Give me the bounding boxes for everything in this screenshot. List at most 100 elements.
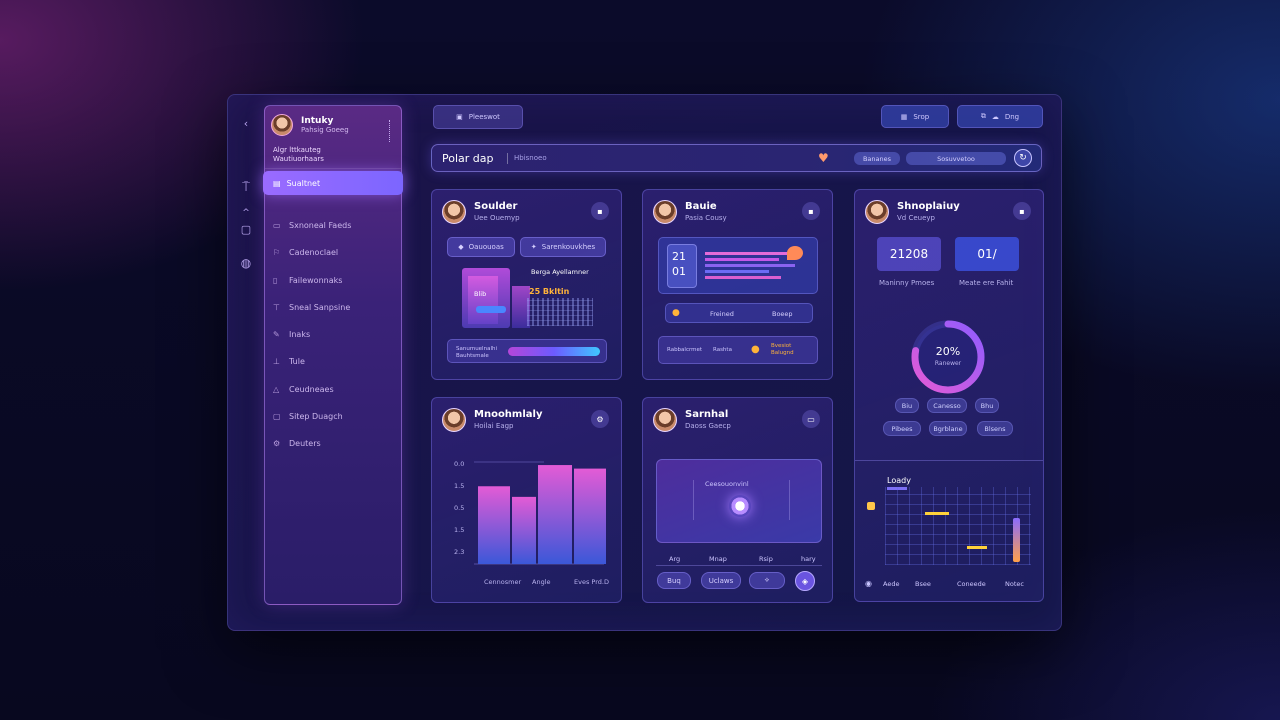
sidebar-item-0[interactable]: ▭ Sxnoneal Faeds — [273, 218, 351, 232]
bookmark-icon: △ — [273, 384, 280, 394]
play-icon[interactable]: ◈ — [795, 571, 815, 591]
tag-chip[interactable]: Pibees — [883, 421, 921, 436]
settings-icon[interactable]: ⚙ — [591, 410, 609, 428]
sidebar-item-4[interactable]: ✎ Inaks — [273, 327, 310, 341]
search-input[interactable]: Hbisnoeo — [514, 154, 547, 162]
toggle-option-1[interactable]: Freined — [710, 310, 734, 318]
bar-line — [705, 258, 779, 261]
tag-chip[interactable]: Canesso — [927, 398, 967, 413]
bar[interactable] — [574, 468, 606, 564]
record-icon[interactable] — [729, 495, 751, 517]
card-title: Mnoohmlaly — [474, 409, 543, 420]
leaf-icon — [787, 246, 803, 260]
mini-chart-block — [468, 276, 498, 324]
top-right-button-2[interactable]: ⧉ ☁ Dng — [957, 105, 1043, 128]
card-button-1[interactable]: ◆ Oauouoas — [447, 237, 515, 257]
bar[interactable] — [478, 486, 510, 564]
stat-box-1: 21208 — [877, 237, 941, 271]
card-subtitle: Pasia Cousy — [685, 214, 727, 222]
search-bar[interactable]: Polar dap Hbisnoeo ♥ Bananes Sosuvvetoo … — [431, 144, 1042, 172]
control-button-1[interactable]: Buq — [657, 572, 691, 589]
y-tick-label: 2.3 — [454, 548, 464, 556]
sidebar-item-label: Inaks — [289, 329, 311, 339]
control-button-2[interactable]: Uclaws — [701, 572, 741, 589]
progress-bar — [508, 347, 600, 356]
stat-box: 21 01 — [667, 244, 697, 288]
top-left-button[interactable]: ▣ Pleeswot — [433, 105, 523, 129]
sidebar-item-2[interactable]: ▯ Failewonnaks — [273, 273, 342, 287]
grid-icon[interactable]: ▢ — [234, 221, 258, 237]
chevron-left-icon[interactable]: ‹ — [234, 115, 258, 131]
heart-icon[interactable]: ♥ — [818, 151, 829, 165]
sidebar-item-label: Sitep Duagch — [289, 411, 343, 421]
stat-box-2: 01/ — [955, 237, 1019, 271]
divider — [693, 480, 694, 520]
axis-label: Bsee — [915, 580, 931, 588]
sidebar-item-8[interactable]: ⚙ Deuters — [273, 436, 321, 450]
bar[interactable] — [512, 496, 536, 564]
cloud-icon: ☁ — [991, 112, 999, 121]
toggle-row: ● Freined Boeep — [665, 303, 813, 323]
search-brand: Polar dap — [442, 152, 494, 165]
refresh-icon[interactable]: ↻ — [1014, 149, 1032, 167]
sidebar-item-label: Ceudneaes — [289, 384, 334, 394]
axis-label: Rsip — [759, 555, 773, 563]
ring-subtitle: Ranewer — [934, 360, 962, 367]
chat-icon[interactable]: ▭ — [802, 410, 820, 428]
sidebar-item-5[interactable]: ⊥ Tule — [273, 354, 305, 368]
card-bauie: Bauie Pasia Cousy ▪ 21 01 ● Freined Boee… — [642, 189, 833, 380]
button-label: Sarenkouvkhes — [541, 243, 596, 251]
caret-up-icon[interactable]: ^ — [234, 205, 258, 221]
card-subtitle: Uee Ouemyp — [474, 214, 520, 222]
profile-name: Intuky — [301, 115, 334, 126]
timeline-axis — [656, 565, 822, 566]
sidebar-item-label: Cadenoclael — [289, 247, 339, 257]
sidebar-item-1[interactable]: ⚐ Cadenoclael — [273, 245, 338, 259]
menu-icon[interactable]: ▪ — [1013, 202, 1031, 220]
sidebar: Intuky Pahsig Goeeg Algr lttkauteg Wauti… — [263, 105, 403, 605]
tag-chip[interactable]: Biu — [895, 398, 919, 413]
card-title: Shnoplaiuy — [897, 201, 960, 212]
sidebar-item-7[interactable]: ▢ Sitep Duagch — [273, 409, 343, 423]
chart-label: Berga Ayellamner — [531, 268, 589, 276]
divider — [507, 153, 508, 164]
tag-chip[interactable]: Bgrblane — [929, 421, 967, 436]
sidebar-item-label: Failewonnaks — [289, 275, 343, 285]
stat-num-2: 01 — [672, 265, 686, 278]
globe-icon[interactable]: ◍ — [234, 255, 258, 271]
tag-chip[interactable]: Bhu — [975, 398, 999, 413]
axis-label: Notec — [1005, 580, 1024, 588]
stat-panel: 21 01 — [658, 237, 818, 294]
sidebar-item-label: Sneal Sanpsine — [289, 302, 351, 312]
image-icon: ▣ — [456, 113, 463, 121]
sidebar-item-active[interactable]: ▤ Sualtnet — [263, 171, 403, 195]
menu-icon[interactable]: ▪ — [591, 202, 609, 220]
bar-line — [705, 252, 791, 255]
share-icon[interactable]: ⟡ — [749, 572, 785, 589]
filter-chip[interactable]: Bananes — [854, 152, 900, 165]
bar[interactable] — [538, 465, 572, 564]
media-panel[interactable]: Ceesouonvinl — [656, 459, 822, 543]
avatar — [653, 200, 677, 224]
y-tick-label: 1.5 — [454, 482, 464, 490]
button-label: Oauouoas — [468, 243, 504, 251]
bar-line — [705, 270, 769, 273]
card-button-2[interactable]: ✦ Sarenkouvkhes — [520, 237, 606, 257]
top-left-button-label: Pleeswot — [468, 113, 500, 121]
sidebar-item-3[interactable]: ⊤ Sneal Sanpsine — [273, 300, 350, 314]
tag-chip[interactable]: Blsens — [977, 421, 1013, 436]
toggle-option-2[interactable]: Boeep — [772, 310, 793, 318]
sidebar-profile[interactable]: Intuky Pahsig Goeeg — [271, 112, 395, 138]
top-right-button-1-label: Srop — [913, 112, 930, 121]
sidebar-item-6[interactable]: △ Ceudneaes — [273, 382, 334, 396]
top-right-button-1[interactable]: ▦ Srop — [881, 105, 949, 128]
more-dots-icon[interactable] — [389, 120, 391, 142]
y-tick-label: 1.5 — [454, 526, 464, 534]
search-chip[interactable]: Sosuvvetoo — [906, 152, 1006, 165]
lower-title: Loady — [887, 476, 911, 485]
gear-icon: ⚙ — [273, 438, 281, 448]
card-mnoohmlaly: Mnoohmlaly Hoilai Eagp ⚙ 0.0 1.5 0.5 1.5 2.3… — [431, 397, 622, 603]
card-subtitle: Daoss Gaecp — [685, 422, 731, 430]
menu-icon[interactable]: ▪ — [802, 202, 820, 220]
pin-icon[interactable]: ⍑ — [234, 179, 258, 195]
